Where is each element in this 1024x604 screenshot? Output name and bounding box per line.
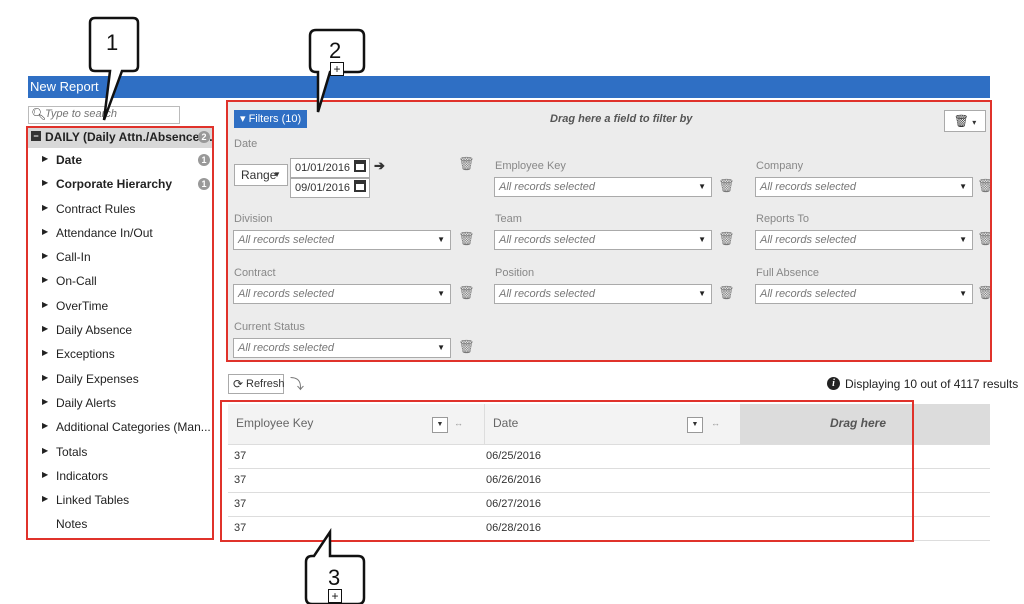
callout-shapes [88, 16, 366, 604]
plus-icon: + [328, 589, 342, 603]
plus-icon: + [330, 62, 344, 76]
callout-number-1: 1 [106, 30, 119, 55]
callout-number-3: 3 [328, 565, 341, 590]
callout-number-2: 2 [329, 38, 342, 63]
